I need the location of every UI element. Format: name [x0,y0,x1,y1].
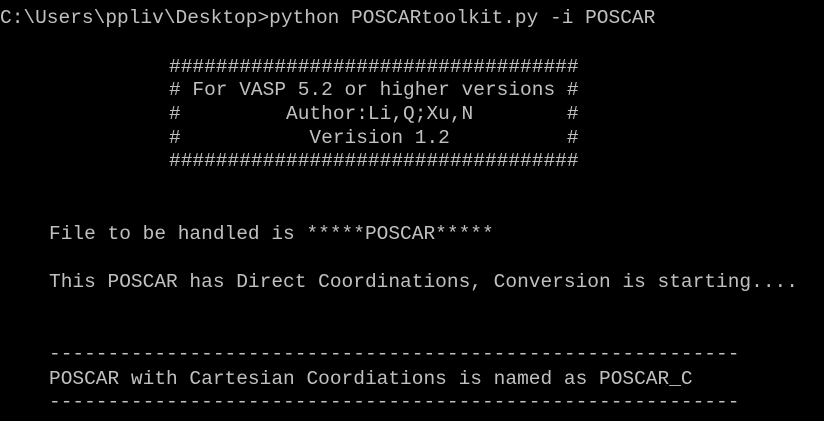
banner-border-bottom: ################################### [169,150,579,172]
banner-line-version: # Verision 1.2 # [169,127,579,149]
file-message: File to be handled is *****POSCAR***** [49,223,494,245]
separator-bottom: ----------------------------------------… [49,391,740,413]
separator-top: ----------------------------------------… [49,343,740,365]
banner-border-top: ################################### [169,56,579,78]
console-window[interactable]: C:\Users\ppliv\Desktop>python POSCARtool… [0,0,824,421]
command-line: C:\Users\ppliv\Desktop>python POSCARtool… [0,7,656,29]
result-message: POSCAR with Cartesian Coordiations is na… [49,368,693,390]
banner-line-author: # Author:Li,Q;Xu,N # [169,103,579,125]
conversion-message: This POSCAR has Direct Coordinations, Co… [49,271,798,293]
banner-line-version-support: # For VASP 5.2 or higher versions # [169,79,579,101]
